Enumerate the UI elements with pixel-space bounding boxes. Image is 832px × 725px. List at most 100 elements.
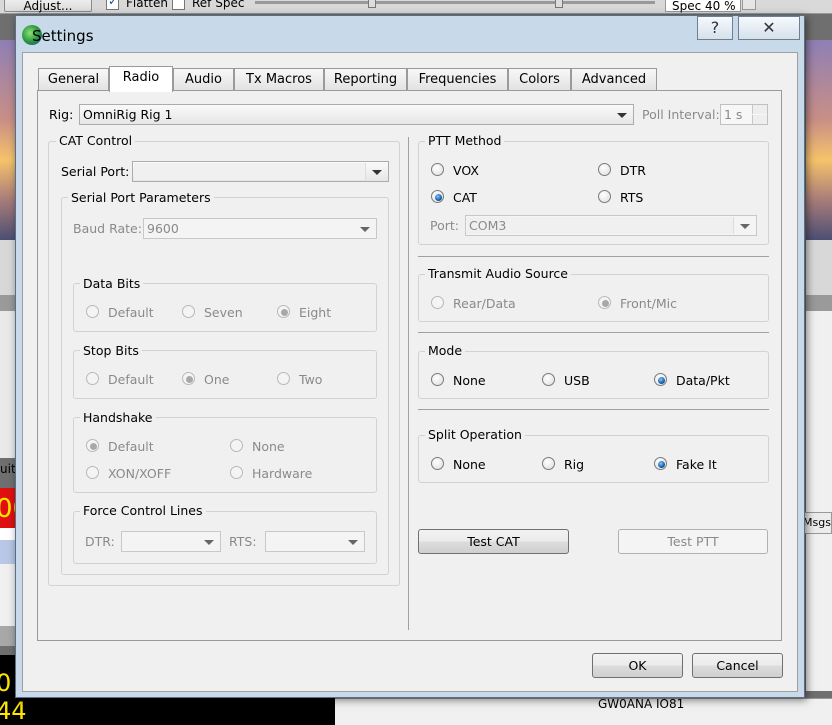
data-bits-default-radio[interactable]	[86, 305, 99, 318]
data-bits-seven-label: Seven	[204, 305, 243, 320]
audio-rear-data-radio[interactable]	[431, 296, 444, 309]
background-slider-thumb-2[interactable]	[555, 0, 563, 8]
close-icon: ✕	[762, 18, 776, 37]
handshake-default-radio[interactable]	[86, 439, 99, 452]
background-slider-thumb-1[interactable]	[368, 0, 376, 8]
rig-select[interactable]: OmniRig Rig 1	[79, 104, 634, 125]
separator-3	[418, 409, 769, 410]
tab-frequencies[interactable]: Frequencies	[407, 68, 508, 90]
baud-rate-select[interactable]: 9600	[143, 218, 377, 239]
data-bits-title: Data Bits	[80, 276, 144, 291]
stop-bits-default-radio[interactable]	[86, 372, 99, 385]
mode-usb-label: USB	[564, 373, 590, 388]
split-fake-it-label: Fake It	[676, 457, 717, 472]
test-cat-button[interactable]: Test CAT	[418, 529, 569, 554]
left-partial-label: uit	[0, 462, 16, 476]
stop-bits-default-label: Default	[108, 372, 154, 387]
handshake-xonxoff-radio[interactable]	[86, 466, 99, 479]
ptt-port-value: COM3	[469, 218, 507, 233]
ptt-rts-radio[interactable]	[598, 190, 611, 203]
chevron-down-icon	[617, 113, 627, 118]
spec-spin-arrow-icon[interactable]	[742, 0, 756, 10]
data-bits-default-label: Default	[108, 305, 154, 320]
handshake-xonxoff-label: XON/XOFF	[108, 466, 172, 481]
tab-reporting[interactable]: Reporting	[324, 68, 407, 90]
baud-rate-label: Baud Rate:	[73, 221, 142, 236]
ok-button[interactable]: OK	[592, 653, 683, 678]
flatten-checkbox[interactable]: ✓	[106, 0, 119, 10]
serial-port-label: Serial Port:	[61, 164, 130, 179]
handshake-hardware-radio[interactable]	[230, 466, 243, 479]
rts-select[interactable]	[265, 531, 365, 552]
ptt-cat-radio[interactable]	[431, 190, 444, 203]
cat-control-title: CAT Control	[56, 133, 136, 148]
rts-label: RTS:	[229, 534, 257, 549]
handshake-title: Handshake	[80, 410, 156, 425]
ptt-dtr-radio[interactable]	[598, 163, 611, 176]
ref-spec-label: Ref Spec	[192, 0, 245, 10]
data-bits-seven-radio[interactable]	[182, 305, 195, 318]
test-ptt-button[interactable]: Test PTT	[618, 529, 768, 554]
ptt-port-select[interactable]: COM3	[465, 215, 757, 236]
background-panel-right	[806, 240, 832, 295]
separator-2	[418, 332, 769, 333]
spec-spinbox[interactable]: Spec 40 %	[665, 0, 741, 13]
close-button[interactable]: ✕	[738, 16, 800, 40]
cancel-button[interactable]: Cancel	[692, 653, 783, 678]
split-rig-radio[interactable]	[542, 457, 555, 470]
bottom-grid-panel	[335, 698, 832, 725]
serial-port-parameters-title: Serial Port Parameters	[68, 190, 214, 205]
force-control-lines-title: Force Control Lines	[80, 503, 206, 518]
background-panel-right-2	[806, 311, 832, 691]
split-fake-it-radio[interactable]	[654, 457, 667, 470]
split-operation-title: Split Operation	[425, 427, 525, 442]
handshake-group	[73, 417, 377, 493]
mode-usb-radio[interactable]	[542, 373, 555, 386]
ptt-cat-label: CAT	[453, 190, 477, 205]
adjust-button[interactable]: Adjust...	[4, 0, 92, 13]
msgs-button[interactable]: Msgs	[802, 512, 832, 534]
ptt-rts-label: RTS	[620, 190, 644, 205]
handshake-none-label: None	[252, 439, 285, 454]
handshake-none-radio[interactable]	[230, 439, 243, 452]
background-bar-right	[806, 295, 832, 311]
spin-up-icon[interactable]	[752, 105, 767, 114]
serial-port-select[interactable]	[132, 161, 389, 182]
tab-audio[interactable]: Audio	[173, 68, 234, 90]
dtr-select[interactable]	[121, 531, 221, 552]
tab-general[interactable]: General	[38, 68, 109, 90]
flatten-label: Flatten	[126, 0, 168, 10]
baud-rate-value: 9600	[147, 221, 179, 236]
msgs-label: Msgs	[803, 516, 831, 529]
poll-interval-spinbox[interactable]: 1 s	[720, 104, 768, 125]
mode-data-pkt-radio[interactable]	[654, 373, 667, 386]
chevron-down-icon	[360, 227, 370, 232]
chevron-down-icon	[372, 170, 382, 175]
poll-interval-value: 1 s	[724, 107, 743, 122]
spin-down-icon[interactable]	[752, 115, 767, 124]
handshake-default-label: Default	[108, 439, 154, 454]
stop-bits-two-radio[interactable]	[277, 372, 290, 385]
tab-colors[interactable]: Colors	[508, 68, 571, 90]
split-none-label: None	[453, 457, 486, 472]
split-none-radio[interactable]	[431, 457, 444, 470]
ptt-port-label: Port:	[430, 218, 459, 233]
ptt-method-title: PTT Method	[425, 133, 505, 148]
ref-spec-checkbox[interactable]	[172, 0, 185, 10]
stop-bits-one-radio[interactable]	[182, 372, 195, 385]
data-bits-eight-radio[interactable]	[277, 305, 290, 318]
ptt-vox-radio[interactable]	[431, 163, 444, 176]
column-separator	[408, 137, 409, 630]
ptt-dtr-label: DTR	[620, 163, 646, 178]
mode-data-pkt-label: Data/Pkt	[676, 373, 730, 388]
tab-tx-macros[interactable]: Tx Macros	[234, 68, 324, 90]
mode-none-radio[interactable]	[431, 373, 444, 386]
tab-advanced[interactable]: Advanced	[571, 68, 657, 90]
tab-radio[interactable]: Radio	[109, 66, 173, 92]
data-bits-eight-label: Eight	[299, 305, 332, 320]
chevron-down-icon	[204, 540, 214, 545]
audio-front-mic-radio[interactable]	[598, 296, 611, 309]
background-slider-track	[255, 1, 655, 4]
help-button[interactable]: ?	[697, 16, 733, 40]
stop-bits-one-label: One	[204, 372, 230, 387]
